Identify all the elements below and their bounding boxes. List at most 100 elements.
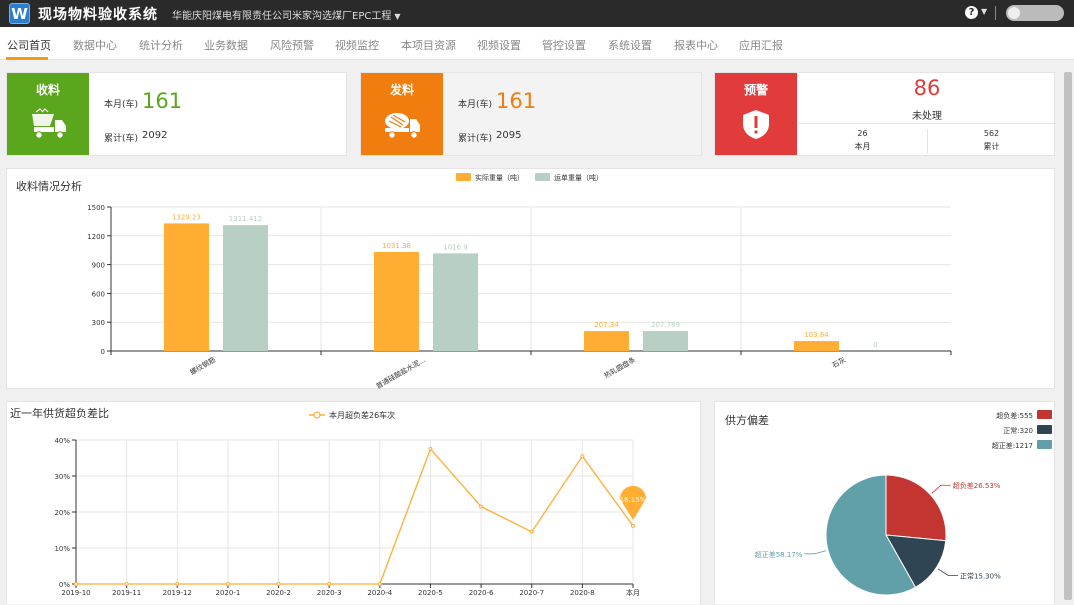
help-icon[interactable]: ? xyxy=(965,6,978,19)
bar xyxy=(794,341,839,351)
y-tick-label: 40% xyxy=(54,437,70,445)
warning-block: 预警 xyxy=(715,73,797,155)
supplier-deviation-panel: 供方偏差 超负差:555 正常:320 超正差:1217 超负差26.53% 正常15.… xyxy=(714,401,1055,604)
data-point xyxy=(479,504,484,509)
x-tick-label: 螺纹钢筋 xyxy=(188,355,217,377)
x-tick-label: 2020-4 xyxy=(367,589,392,597)
pie-slice xyxy=(885,474,947,542)
legend-label: 超负差:555 xyxy=(996,411,1033,420)
bar-value-label: 103.64 xyxy=(804,331,829,339)
y-tick-label: 1500 xyxy=(87,204,105,212)
legend-swatch xyxy=(535,173,550,181)
bar-value-label: 1311.412 xyxy=(229,215,262,223)
project-selector[interactable]: 华能庆阳煤电有限责任公司米家沟选煤厂EPC工程 ▼ xyxy=(172,7,401,22)
user-menu[interactable] xyxy=(1006,5,1064,21)
tab-control-settings[interactable]: 管控设置 xyxy=(542,37,586,53)
y-tick-label: 0% xyxy=(59,581,70,589)
legend-label: 运单重量（吨） xyxy=(554,173,603,182)
data-point xyxy=(529,529,534,534)
x-tick-label: 2020-8 xyxy=(570,589,595,597)
tab-data-center[interactable]: 数据中心 xyxy=(73,37,117,53)
deviation-trend-panel: 近一年供货超负差比 本月超负差26车次 0% 10% 20% 30% 40% 2019-10… xyxy=(6,401,701,604)
legend-label: 正常:320 xyxy=(1003,426,1033,435)
dispatch-card[interactable]: 发料 本月(车) 161 累计(车) 2095 xyxy=(360,72,702,156)
y-tick-label: 0 xyxy=(101,348,105,356)
receive-card[interactable]: 收料 本月(车) 161 累计(车) 2092 xyxy=(6,72,347,156)
warning-total-value: 562 xyxy=(983,129,1000,138)
data-point xyxy=(377,582,382,586)
x-tick-label: 本月 xyxy=(626,588,640,597)
scrollbar-thumb[interactable] xyxy=(1064,72,1072,600)
bar xyxy=(223,225,268,351)
receive-month-label: 本月(车) xyxy=(104,100,139,110)
slice-label: 超负差26.53% xyxy=(953,481,1001,490)
y-tick-label: 1200 xyxy=(87,233,105,241)
y-tick-label: 30% xyxy=(54,473,70,481)
legend-swatch xyxy=(1037,440,1052,449)
bar-value-label: 207.34 xyxy=(594,321,619,329)
x-tick-label: 普通硅酸盐水泥... xyxy=(374,355,427,390)
data-point xyxy=(175,582,180,586)
data-point xyxy=(74,582,78,586)
dump-truck-icon xyxy=(32,108,66,139)
bar-value-label: 0 xyxy=(873,341,877,349)
dispatch-block: 发料 xyxy=(361,73,443,155)
dispatch-total-label: 累计(车) xyxy=(458,134,493,144)
tab-risk-warning[interactable]: 风险预警 xyxy=(270,37,314,53)
warning-value: 86 xyxy=(913,76,941,100)
dispatch-month-value: 161 xyxy=(496,89,537,113)
divider xyxy=(995,6,996,20)
tab-project-resources[interactable]: 本项目资源 xyxy=(401,37,456,53)
tab-company-home[interactable]: 公司首页 xyxy=(7,37,51,53)
tab-system-settings[interactable]: 系统设置 xyxy=(608,37,652,53)
app-title: 现场物料验收系统 xyxy=(38,7,158,23)
y-tick-label: 600 xyxy=(92,290,105,298)
avatar xyxy=(1008,7,1020,19)
tab-statistics[interactable]: 统计分析 xyxy=(139,37,183,53)
warning-card[interactable]: 预警 86 未处理 26 本月 562 累计 xyxy=(714,72,1056,156)
tab-business-data[interactable]: 业务数据 xyxy=(204,37,248,53)
receive-label: 收料 xyxy=(35,83,60,97)
dispatch-total-value: 2095 xyxy=(496,130,522,141)
x-tick-label: 热轧圆盘条 xyxy=(602,355,637,380)
receive-block: 收料 xyxy=(7,73,89,155)
slice-label: 超正差58.17% xyxy=(755,550,803,559)
receive-total-label: 累计(车) xyxy=(104,134,139,144)
bar xyxy=(374,251,419,351)
tab-report-center[interactable]: 报表中心 xyxy=(674,37,718,53)
label-leader xyxy=(804,550,827,555)
series-line xyxy=(76,447,634,585)
bar-value-label: 1031.38 xyxy=(382,242,411,250)
tab-video-monitor[interactable]: 视频监控 xyxy=(335,37,379,53)
pie-chart: 超负差:555 正常:320 超正差:1217 超负差26.53% 正常15.30% 超正… xyxy=(755,410,1052,596)
x-tick-label: 2019-11 xyxy=(112,589,141,597)
data-point xyxy=(580,454,585,459)
project-name: 华能庆阳煤电有限责任公司米家沟选煤厂EPC工程 xyxy=(172,11,392,22)
tab-video-settings[interactable]: 视频设置 xyxy=(477,37,521,53)
bar xyxy=(433,253,478,351)
warning-label: 预警 xyxy=(743,83,768,97)
x-tick-label: 2020-2 xyxy=(266,589,291,597)
chevron-down-icon[interactable]: ▼ xyxy=(981,7,987,16)
receive-analysis-panel: 收料情况分析 实际重量（吨） 运单重量（吨） 0 300 600 900 1200 1500 螺… xyxy=(6,168,1055,390)
legend-marker xyxy=(313,411,321,419)
bar-value-label: 207.789 xyxy=(651,321,680,329)
x-tick-label: 2020-1 xyxy=(216,589,241,597)
bar xyxy=(643,331,688,351)
tab-app-report[interactable]: 应用汇报 xyxy=(739,37,783,53)
legend-label: 本月超负差26车次 xyxy=(329,410,395,420)
legend-swatch xyxy=(1037,425,1052,434)
legend-label: 超正差:1217 xyxy=(992,441,1033,450)
legend-swatch xyxy=(456,173,471,181)
warning-month-label: 本月 xyxy=(854,142,871,151)
main-nav: 公司首页 数据中心 统计分析 业务数据 风险预警 视频监控 本项目资源 视频设置… xyxy=(0,27,1074,60)
data-point xyxy=(124,582,129,586)
label-leader xyxy=(931,484,951,494)
data-point xyxy=(225,582,230,586)
data-point xyxy=(276,582,281,586)
slice-label: 正常15.30% xyxy=(960,571,1001,580)
app-logo: W xyxy=(9,3,30,24)
dispatch-month-label: 本月(车) xyxy=(458,100,493,110)
warning-value-label: 未处理 xyxy=(912,111,942,122)
y-tick-label: 10% xyxy=(54,545,70,553)
